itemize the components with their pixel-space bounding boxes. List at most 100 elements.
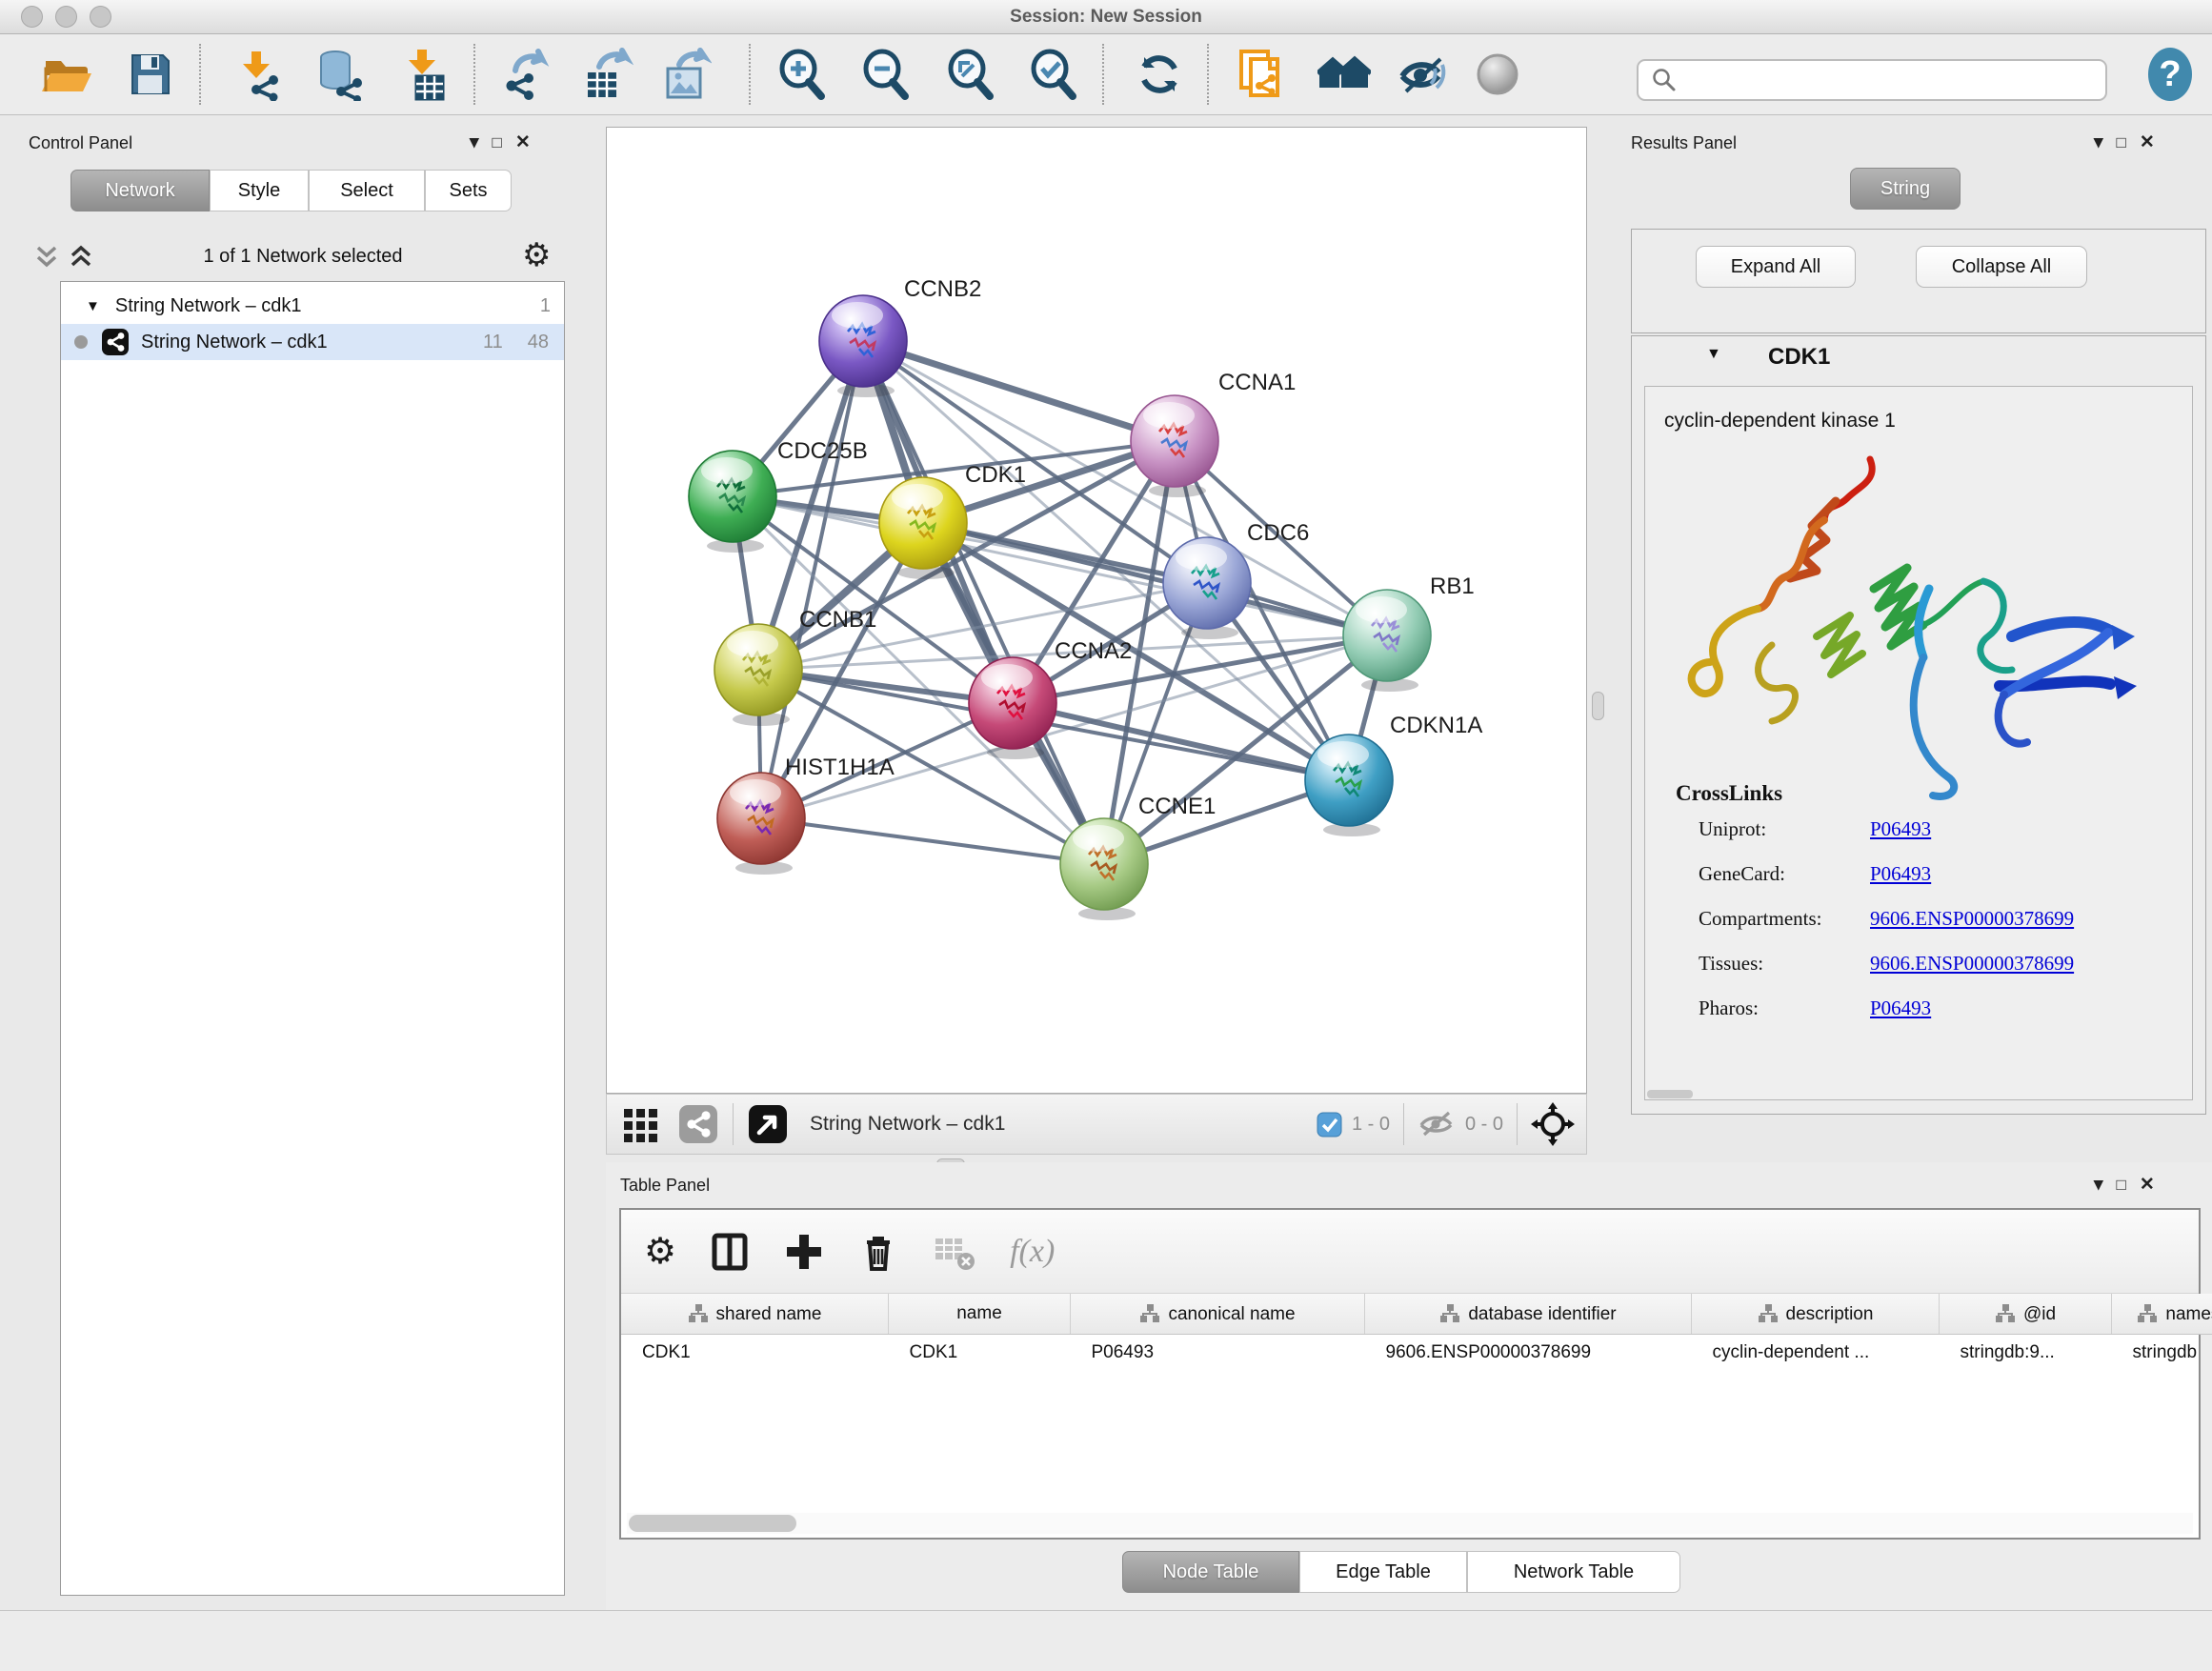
help-icon[interactable]: ? — [2146, 45, 2194, 104]
search-field[interactable] — [1637, 59, 2107, 101]
expand-all-button[interactable]: Expand All — [1696, 246, 1856, 288]
hidden-eye-icon[interactable] — [1418, 1108, 1456, 1140]
protein-expander-icon[interactable]: ▼ — [1706, 346, 1721, 363]
column-header-sharedname[interactable]: shared name — [621, 1294, 889, 1335]
network-row-selected[interactable]: String Network – cdk1 11 48 — [61, 324, 564, 360]
export-network-icon[interactable] — [498, 48, 552, 101]
network-graph[interactable]: CCNB2CCNA1CDC25BCDK1CDC6RB1CCNB1CCNA2CDK… — [607, 128, 1586, 1093]
column-header-description[interactable]: description — [1692, 1294, 1940, 1335]
show-columns-icon[interactable] — [709, 1231, 751, 1273]
network-edge[interactable] — [863, 341, 1104, 864]
network-edge[interactable] — [863, 341, 1175, 441]
crosslink-link[interactable]: 9606.ENSP00000378699 — [1870, 907, 2074, 930]
network-node-HIST1H1A[interactable] — [717, 773, 805, 875]
results-panel-float-icon[interactable]: □ — [2117, 133, 2140, 151]
table-panel-close-icon[interactable]: ✕ — [2140, 1175, 2168, 1195]
network-edge[interactable] — [1013, 703, 1349, 780]
table-settings-gear-icon[interactable]: ⚙ — [644, 1230, 676, 1273]
node-label-CDC25B: CDC25B — [777, 438, 868, 464]
tab-string[interactable]: String — [1850, 168, 1961, 210]
tab-node-table[interactable]: Node Table — [1122, 1551, 1299, 1593]
export-image-icon[interactable] — [658, 48, 712, 101]
delete-table-icon — [932, 1231, 977, 1273]
hide-details-icon[interactable] — [1397, 48, 1450, 101]
network-tree: ▼ String Network – cdk1 1 String Network… — [60, 281, 565, 1596]
clone-network-icon[interactable] — [1234, 48, 1287, 101]
table-hscrollbar[interactable] — [627, 1513, 2193, 1534]
control-panel-close-icon[interactable]: ✕ — [515, 132, 544, 152]
table-panel-float-icon[interactable]: □ — [2117, 1176, 2140, 1194]
network-canvas[interactable]: CCNB2CCNA1CDC25BCDK1CDC6RB1CCNB1CCNA2CDK… — [606, 127, 1587, 1094]
zoom-fit-icon[interactable] — [943, 48, 996, 101]
node-label-CCNA2: CCNA2 — [1055, 638, 1132, 664]
column-header-id[interactable]: @id — [1940, 1294, 2112, 1335]
refresh-icon[interactable] — [1133, 48, 1186, 101]
tab-network-table[interactable]: Network Table — [1467, 1551, 1680, 1593]
crosslink-label: Uniprot: — [1699, 817, 1870, 841]
zoom-selected-icon[interactable] — [1026, 48, 1079, 101]
network-options-gear-icon[interactable]: ⚙ — [522, 236, 551, 274]
open-in-window-icon[interactable] — [747, 1103, 789, 1145]
column-header-canonicalname[interactable]: canonical name — [1071, 1294, 1365, 1335]
grid-view-icon[interactable] — [620, 1103, 662, 1145]
vertical-splitter-grip[interactable] — [1592, 692, 1604, 720]
open-folder-icon[interactable] — [38, 48, 91, 101]
tree-expander-icon[interactable]: ▼ — [86, 298, 100, 314]
results-panel-close-icon[interactable]: ✕ — [2140, 132, 2168, 152]
fit-content-crosshair-icon[interactable] — [1531, 1102, 1575, 1146]
network-node-CCNA1[interactable] — [1131, 395, 1218, 497]
export-table-icon[interactable] — [580, 48, 633, 101]
crosslink-link[interactable]: P06493 — [1870, 997, 1931, 1019]
column-header-namespace[interactable]: namespace — [2112, 1294, 2212, 1335]
network-node-RB1[interactable] — [1343, 590, 1431, 692]
protein-details: cyclin-dependent kinase 1 — [1644, 386, 2193, 1100]
column-header-label: database identifier — [1468, 1304, 1616, 1324]
selected-checkbox-icon[interactable] — [1317, 1112, 1342, 1137]
results-scrollbar-thumb[interactable] — [1647, 1090, 1693, 1098]
tab-edge-table[interactable]: Edge Table — [1299, 1551, 1467, 1593]
column-tree-icon — [1758, 1303, 1779, 1324]
add-column-icon[interactable] — [783, 1231, 825, 1273]
network-node-CCNE1[interactable] — [1060, 818, 1148, 920]
show-all-views-icon[interactable] — [1317, 48, 1371, 101]
column-header-name[interactable]: name — [889, 1294, 1071, 1335]
network-node-CDC25B[interactable] — [689, 451, 776, 553]
table-panel-menu-icon[interactable]: ▾ — [2094, 1175, 2117, 1195]
network-edge[interactable] — [761, 818, 1104, 864]
expand-all-icon[interactable] — [67, 242, 95, 271]
table-row[interactable]: CDK1CDK1P064939606.ENSP00000378699cyclin… — [621, 1335, 2212, 1372]
import-table-icon[interactable] — [397, 48, 451, 101]
tab-network[interactable]: Network — [70, 170, 210, 211]
crosslink-link[interactable]: 9606.ENSP00000378699 — [1870, 952, 2074, 975]
birds-eye-share-icon[interactable] — [677, 1103, 719, 1145]
table-hscrollbar-thumb[interactable] — [629, 1515, 796, 1532]
network-collection-row[interactable]: ▼ String Network – cdk1 1 — [61, 282, 564, 324]
crosslink-link[interactable]: P06493 — [1870, 862, 1931, 885]
import-network-file-icon[interactable] — [231, 48, 285, 101]
column-tree-icon — [1139, 1303, 1160, 1324]
save-session-icon[interactable] — [123, 48, 176, 101]
collapse-all-icon[interactable] — [32, 242, 61, 271]
zoom-in-icon[interactable] — [774, 48, 828, 101]
crosslink-link[interactable]: P06493 — [1870, 817, 1931, 840]
node-count: 11 — [483, 332, 503, 353]
network-node-CDKN1A[interactable] — [1305, 735, 1393, 836]
control-panel-tabs: NetworkStyleSelectSets — [70, 170, 512, 211]
column-header-label: canonical name — [1168, 1304, 1295, 1324]
tab-select[interactable]: Select — [309, 170, 425, 211]
control-panel-menu-icon[interactable]: ▾ — [470, 132, 493, 152]
tab-sets[interactable]: Sets — [425, 170, 512, 211]
control-panel-float-icon[interactable]: □ — [493, 133, 515, 151]
zoom-out-icon[interactable] — [858, 48, 912, 101]
import-network-database-icon[interactable] — [312, 48, 366, 101]
column-tree-icon — [1995, 1303, 2016, 1324]
tab-style[interactable]: Style — [210, 170, 309, 211]
network-node-CCNB1[interactable] — [714, 624, 802, 726]
column-tree-icon — [1439, 1303, 1460, 1324]
collapse-all-button[interactable]: Collapse All — [1916, 246, 2087, 288]
column-header-databaseidentifier[interactable]: database identifier — [1365, 1294, 1692, 1335]
search-input[interactable] — [1684, 69, 2105, 91]
results-panel-menu-icon[interactable]: ▾ — [2094, 132, 2117, 152]
delete-column-trash-icon[interactable] — [857, 1231, 899, 1273]
network-node-CCNB2[interactable] — [819, 295, 907, 397]
